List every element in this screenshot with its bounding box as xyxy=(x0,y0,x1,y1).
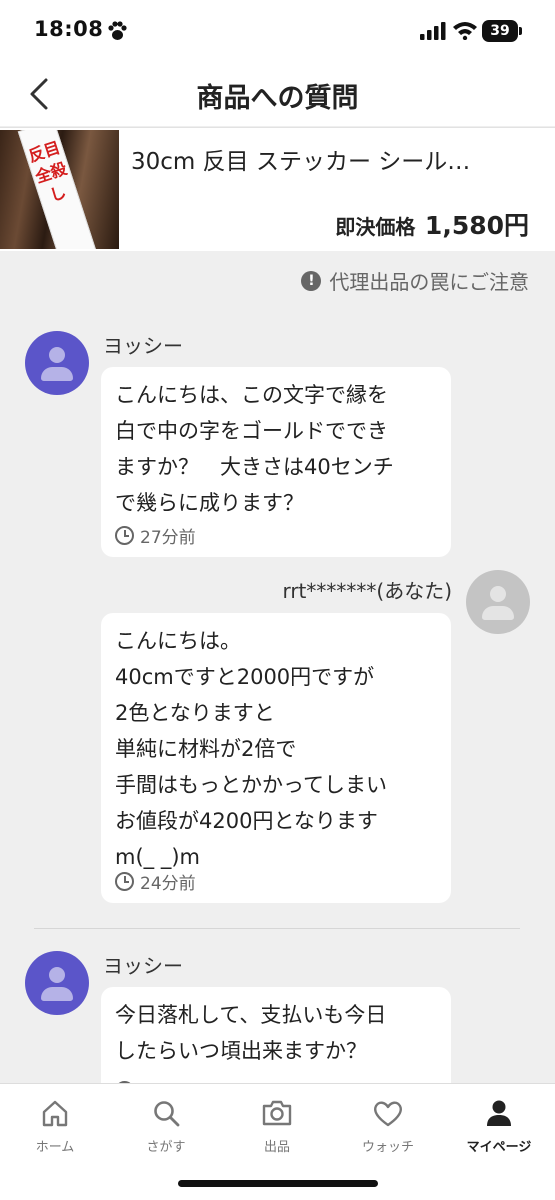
avatar[interactable] xyxy=(466,570,530,634)
proxy-listing-warning[interactable]: ! 代理出品の罠にご注意 xyxy=(301,266,529,295)
page-title: 商品への質問 xyxy=(196,83,359,114)
heart-icon xyxy=(374,1101,402,1127)
clock-icon xyxy=(115,526,134,545)
home-icon xyxy=(42,1100,68,1127)
product-title[interactable]: 30cm 反目 ステッカー シール… xyxy=(131,142,531,176)
search-icon xyxy=(154,1101,180,1127)
person-icon xyxy=(487,1100,511,1126)
tab-label: ウォッチ xyxy=(361,1140,414,1155)
avatar-head xyxy=(49,347,65,363)
header: 商品への質問 xyxy=(0,62,555,126)
price-label: 即決価格 xyxy=(335,215,416,239)
status-time: 18:08 xyxy=(34,17,104,41)
message-bubble: こんにちは。 40cmですと2000円ですが 2色となりますと 単純に材料が2倍… xyxy=(101,613,451,903)
avatar-body xyxy=(41,367,73,381)
info-icon: ! xyxy=(301,270,322,291)
product-thumbnail[interactable]: 反目全殺し xyxy=(0,130,119,249)
battery-indicator: 39 xyxy=(482,20,518,42)
divider xyxy=(34,928,520,929)
tab-search[interactable]: さがす xyxy=(116,1096,216,1155)
home-indicator[interactable] xyxy=(178,1180,378,1187)
message-timestamp: 24分前 xyxy=(115,869,196,894)
avatar[interactable] xyxy=(25,951,89,1015)
price-row: 即決価格 1,580円 xyxy=(335,206,529,242)
message-text: こんにちは。 40cmですと2000円ですが 2色となりますと 単純に材料が2倍… xyxy=(115,629,387,869)
paw-icon xyxy=(108,21,127,40)
tab-label: 出品 xyxy=(263,1140,290,1155)
cellular-signal-icon xyxy=(420,22,446,40)
battery-nub xyxy=(519,27,522,35)
wifi-icon xyxy=(453,22,477,40)
avatar-body xyxy=(41,987,73,1001)
message-timestamp: 27分前 xyxy=(115,523,196,548)
tab-sell[interactable]: 出品 xyxy=(227,1096,327,1155)
sender-name: rrt*******(あなた) xyxy=(282,579,452,603)
avatar[interactable] xyxy=(25,331,89,395)
message-text: 今日落札して、支払いも今日 したらいつ頃出来ますか？ xyxy=(115,1003,387,1063)
sender-name: ヨッシー xyxy=(103,954,183,978)
status-bar: 18:08 39 xyxy=(0,0,555,62)
tab-home[interactable]: ホーム xyxy=(5,1096,105,1155)
price-value: 1,580円 xyxy=(424,211,529,240)
message-text: こんにちは、この文字で縁を 白で中の字をゴールドででき ますか？ 大きさは40セ… xyxy=(115,383,394,515)
camera-icon xyxy=(262,1100,292,1126)
sender-name: ヨッシー xyxy=(103,334,183,358)
timestamp-text: 27分前 xyxy=(140,528,196,548)
avatar-head xyxy=(490,586,506,602)
tab-mypage[interactable]: マイページ xyxy=(449,1096,549,1155)
sticker-image: 反目全殺し xyxy=(17,130,101,249)
timestamp-text: 24分前 xyxy=(140,874,196,894)
clock-icon xyxy=(115,872,134,891)
avatar-body xyxy=(482,606,514,620)
avatar-head xyxy=(49,967,65,983)
thumb-text: 反目全殺し xyxy=(26,137,70,206)
tab-label: ホーム xyxy=(35,1140,75,1155)
message-bubble: こんにちは、この文字で縁を 白で中の字をゴールドででき ますか？ 大きさは40セ… xyxy=(101,367,451,557)
tab-watch[interactable]: ウォッチ xyxy=(338,1096,438,1155)
tab-label: マイページ xyxy=(466,1140,532,1155)
warning-text: 代理出品の罠にご注意 xyxy=(329,270,529,294)
product-card[interactable]: 反目全殺し 30cm 反目 ステッカー シール… 即決価格 1,580円 xyxy=(0,127,555,251)
tab-label: さがす xyxy=(146,1140,186,1155)
